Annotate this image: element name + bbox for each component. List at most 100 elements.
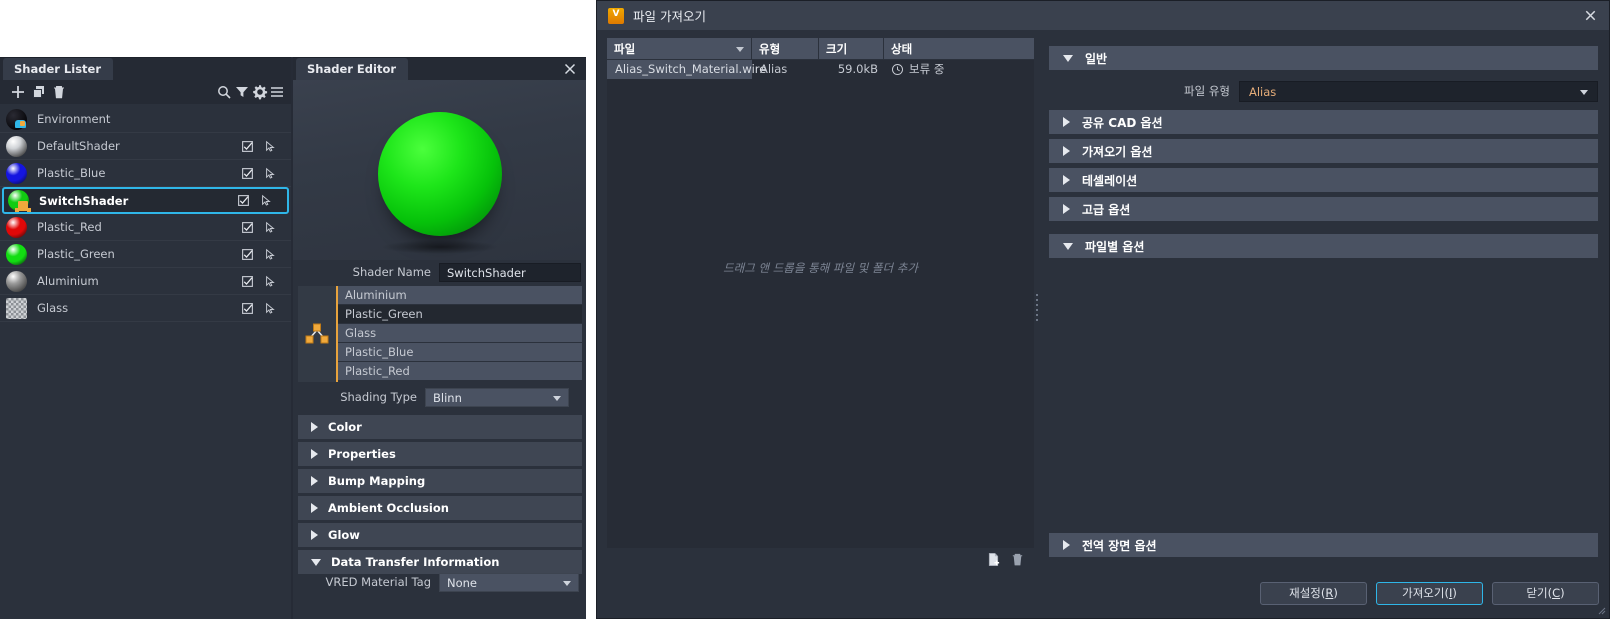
shader-editor-panel: Shader Editor Shader Name SwitchShader A… [293, 57, 586, 619]
pick-cursor-icon[interactable] [260, 194, 273, 207]
column-header-file[interactable]: 파일 [607, 37, 752, 60]
screenshot-root: Shader Lister Environment DefaultShader … [0, 0, 1610, 619]
section-collapsed-3[interactable]: 고급 옵션 [1049, 197, 1598, 221]
column-header-file-label: 파일 [614, 41, 636, 56]
duplicate-shader-icon[interactable] [31, 84, 47, 100]
section-properties[interactable]: Properties [298, 442, 582, 466]
button-label: 재설정 [1289, 586, 1321, 600]
section-label: 고급 옵션 [1082, 202, 1131, 217]
file-table-body[interactable]: Alias_Switch_Material.wire Alias 59.0kB … [607, 60, 1034, 548]
file-size-cell: 59.0kB [837, 62, 878, 76]
shader-list: Environment DefaultShader Plastic_Blue Swit… [0, 104, 291, 619]
section-ambient-occlusion[interactable]: Ambient Occlusion [298, 496, 582, 520]
close-button[interactable]: 닫기(C) [1492, 582, 1599, 605]
tab-shader-editor[interactable]: Shader Editor [296, 58, 409, 80]
filter-icon[interactable] [234, 84, 250, 100]
shader-editor-tabbar: Shader Editor [293, 58, 586, 80]
add-shader-icon[interactable] [10, 84, 26, 100]
shader-swatch-glass [6, 297, 27, 319]
visibility-checkbox-icon[interactable] [241, 302, 254, 315]
list-item[interactable]: Plastic_Blue [0, 160, 291, 187]
shader-swatch-aluminium [6, 270, 27, 292]
shader-swatch-plastic_red [6, 216, 27, 238]
column-header-type[interactable]: 유형 [752, 37, 819, 60]
panel-splitter[interactable] [1034, 291, 1040, 331]
delete-shader-icon[interactable] [51, 84, 67, 100]
shading-type-select[interactable]: Blinn [425, 387, 569, 407]
list-item-label: Glass [37, 301, 69, 315]
close-icon[interactable] [562, 61, 578, 77]
section-collapsed-1[interactable]: 가져오기 옵션 [1049, 139, 1598, 163]
settings-gear-icon[interactable] [252, 84, 268, 100]
list-item[interactable]: Plastic_Red [0, 214, 291, 241]
pick-cursor-icon[interactable] [264, 302, 277, 315]
visibility-checkbox-icon[interactable] [241, 167, 254, 180]
list-item-label: Environment [37, 112, 111, 126]
chevron-right-icon [311, 476, 318, 486]
vred-material-tag-select[interactable]: None [439, 572, 579, 592]
switch-material-item[interactable]: Aluminium [338, 286, 582, 305]
chevron-right-icon [311, 503, 318, 513]
visibility-checkbox-icon[interactable] [241, 221, 254, 234]
section-data-transfer-information[interactable]: Data Transfer Information [298, 550, 582, 574]
section-color[interactable]: Color [298, 415, 582, 439]
section-collapsed-2[interactable]: 테셀레이션 [1049, 168, 1598, 192]
list-item-actions [241, 167, 291, 180]
section-glow[interactable]: Glow [298, 523, 582, 547]
visibility-checkbox-icon[interactable] [241, 275, 254, 288]
switch-material-item[interactable]: Plastic_Blue [338, 343, 582, 362]
table-row[interactable]: Alias_Switch_Material.wire Alias 59.0kB … [607, 60, 1034, 79]
list-item-actions [241, 221, 291, 234]
shader-name-input[interactable]: SwitchShader [439, 262, 581, 282]
list-item[interactable]: SwitchShader [2, 187, 289, 214]
visibility-checkbox-icon[interactable] [237, 194, 250, 207]
column-header-size[interactable]: 크기 [819, 37, 884, 60]
section-per-file-options[interactable]: 파일별 옵션 [1049, 234, 1598, 258]
close-icon[interactable] [1583, 8, 1598, 23]
menu-icon[interactable] [269, 84, 285, 100]
section-per-file-label: 파일별 옵션 [1085, 239, 1145, 254]
pick-cursor-icon[interactable] [264, 248, 277, 261]
pick-cursor-icon[interactable] [264, 140, 277, 153]
section-collapsed-0[interactable]: 공유 CAD 옵션 [1049, 110, 1598, 134]
section-global-scene-options[interactable]: 전역 장면 옵션 [1049, 533, 1598, 557]
visibility-checkbox-icon[interactable] [241, 248, 254, 261]
section-label: Properties [328, 447, 396, 461]
import-options-panel: 일반 파일 유형 Alias 공유 CAD 옵션가져오기 옵션테셀레이션고급 옵… [1041, 38, 1602, 538]
chevron-down-icon [1063, 242, 1073, 250]
shading-type-label: Shading Type [340, 390, 417, 404]
vred-material-tag-label: VRED Material Tag [325, 575, 431, 589]
list-item[interactable]: Aluminium [0, 268, 291, 295]
reset-button[interactable]: 재설정(R) [1260, 582, 1367, 605]
switch-material-item[interactable]: Plastic_Red [338, 362, 582, 381]
search-icon[interactable] [216, 84, 232, 100]
import-button[interactable]: 가져오기(I) [1376, 582, 1483, 605]
vred-panels-area: Shader Lister Environment DefaultShader … [0, 57, 586, 619]
list-item[interactable]: Plastic_Green [0, 241, 291, 268]
list-item-actions [241, 140, 291, 153]
pick-cursor-icon[interactable] [264, 221, 277, 234]
section-bump-mapping[interactable]: Bump Mapping [298, 469, 582, 493]
list-item[interactable]: DefaultShader [0, 133, 291, 160]
column-header-status[interactable]: 상태 [884, 38, 1034, 60]
section-general[interactable]: 일반 [1049, 46, 1598, 70]
list-item[interactable]: Environment [0, 106, 291, 133]
delete-file-icon[interactable] [1010, 552, 1025, 567]
tab-shader-lister[interactable]: Shader Lister [3, 58, 114, 80]
shading-type-row: Shading Type Blinn [293, 387, 586, 407]
pick-cursor-icon[interactable] [264, 167, 277, 180]
list-item[interactable]: Glass [0, 295, 291, 322]
visibility-checkbox-icon[interactable] [241, 140, 254, 153]
file-type-select[interactable]: Alias [1239, 80, 1598, 102]
switch-material-item[interactable]: Plastic_Green [338, 305, 582, 324]
pick-cursor-icon[interactable] [264, 275, 277, 288]
section-general-label: 일반 [1085, 51, 1108, 66]
switch-material-rows: Aluminium Plastic_Green Glass Plastic_Blue P… [338, 286, 582, 382]
file-type-label: 파일 유형 [1184, 84, 1230, 98]
switch-material-item[interactable]: Glass [338, 324, 582, 343]
resize-grip-icon[interactable] [1596, 605, 1606, 615]
shader-swatch-defaultshader [6, 135, 27, 157]
chevron-down-icon [311, 558, 321, 566]
add-file-icon[interactable] [986, 552, 1001, 567]
shader-swatch-plastic_blue [6, 162, 27, 184]
